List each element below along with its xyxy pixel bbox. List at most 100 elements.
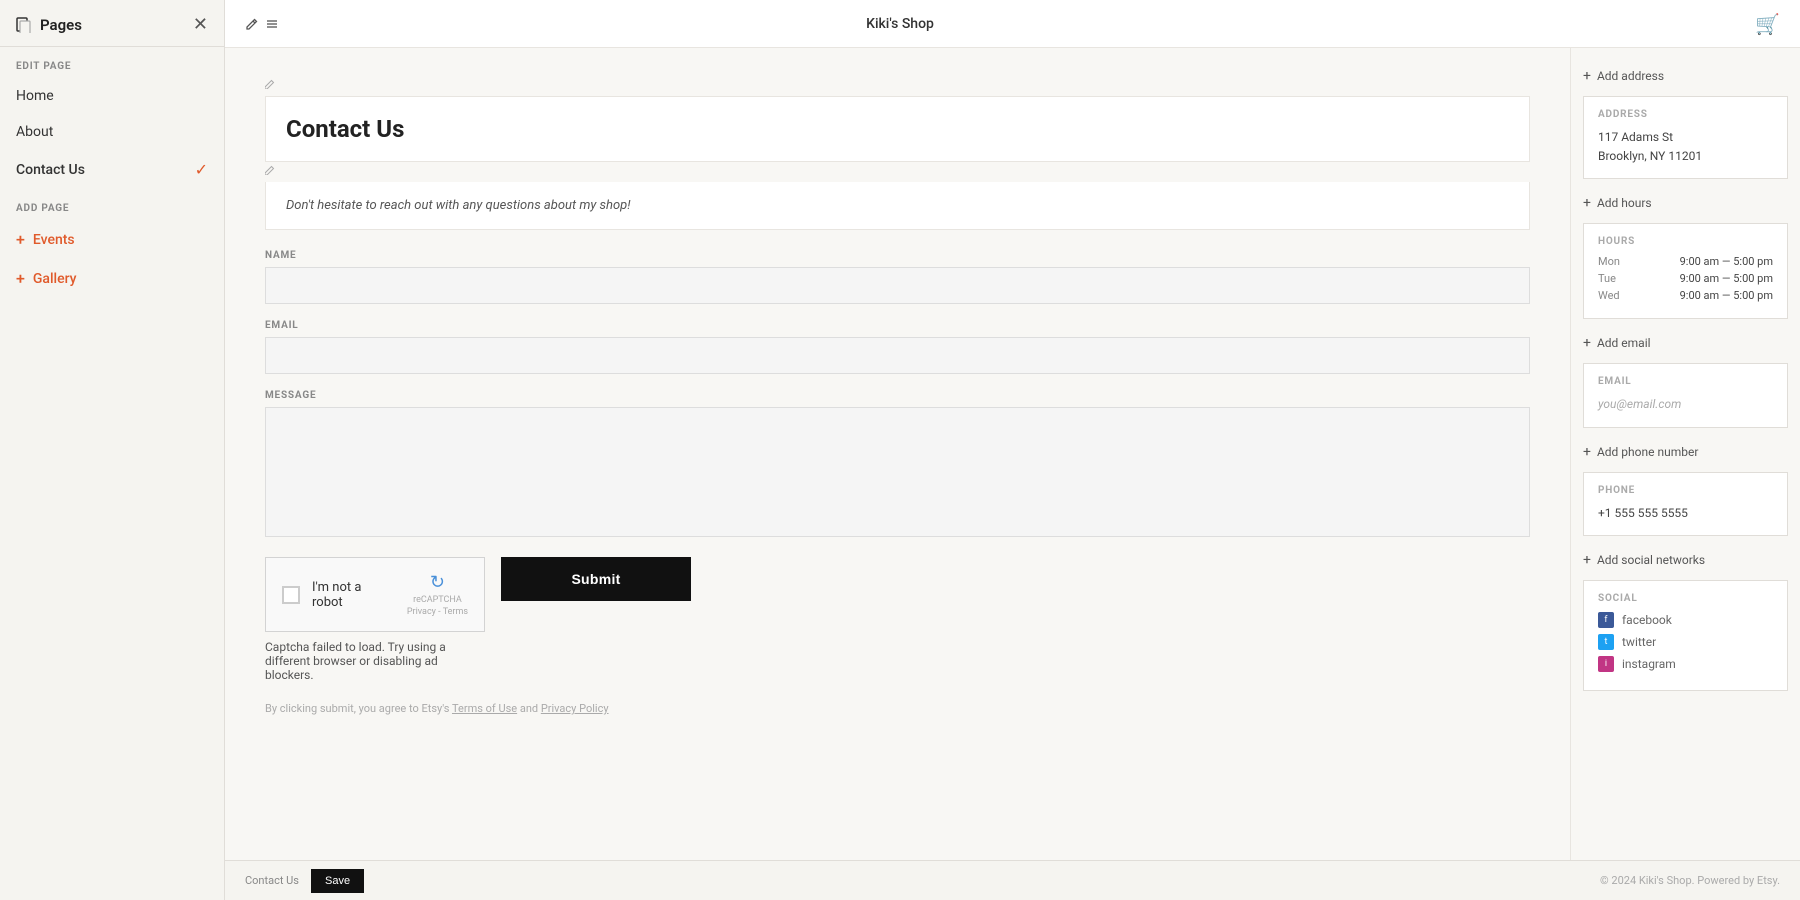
- sidebar-about-label: About: [16, 124, 53, 140]
- add-social-btn[interactable]: + Add social networks: [1583, 548, 1788, 572]
- email-value: you@email.com: [1598, 395, 1773, 414]
- social-row-facebook: f facebook: [1598, 612, 1773, 628]
- captcha-area: I'm not a robot ↻ reCAPTCHA Privacy - Te…: [265, 557, 1530, 682]
- content-area: Contact Us Don't hesitate to reach out w…: [225, 48, 1800, 860]
- captcha-label: I'm not a robot: [312, 580, 395, 610]
- sidebar-title: Pages: [40, 16, 82, 34]
- add-address-btn[interactable]: + Add address: [1583, 64, 1788, 88]
- phone-card: PHONE +1 555 555 5555: [1583, 472, 1788, 536]
- footer-text: By clicking submit, you agree to Etsy's: [265, 702, 452, 715]
- sidebar-item-home[interactable]: Home: [0, 78, 224, 114]
- message-input[interactable]: [265, 407, 1530, 537]
- add-email-label: Add email: [1597, 336, 1651, 350]
- add-phone-label: Add phone number: [1597, 445, 1698, 459]
- topbar-left: [245, 17, 279, 31]
- captcha-box: I'm not a robot ↻ reCAPTCHA Privacy - Te…: [265, 557, 485, 632]
- instagram-icon: i: [1598, 656, 1614, 672]
- right-panel: + Add address ADDRESS 117 Adams St Brook…: [1570, 48, 1800, 860]
- address-line2: Brooklyn, NY 11201: [1598, 147, 1773, 166]
- active-check-icon: ✓: [195, 160, 208, 179]
- hours-time-tue: 9:00 am — 5:00 pm: [1680, 272, 1773, 285]
- edit-toggle[interactable]: [245, 17, 279, 31]
- email-field-group: EMAIL: [265, 320, 1530, 374]
- add-hours-btn[interactable]: + Add hours: [1583, 191, 1788, 215]
- plus-address-icon: +: [1583, 68, 1591, 84]
- address-card: ADDRESS 117 Adams St Brooklyn, NY 11201: [1583, 96, 1788, 179]
- social-card: SOCIAL f facebook t twitter i instagram: [1583, 580, 1788, 691]
- phone-card-label: PHONE: [1598, 485, 1773, 496]
- facebook-label: facebook: [1622, 613, 1672, 627]
- hours-card: HOURS Mon 9:00 am — 5:00 pm Tue 9:00 am …: [1583, 223, 1788, 319]
- cart-icon[interactable]: 🛒: [1755, 12, 1780, 36]
- instagram-label: instagram: [1622, 657, 1676, 671]
- plus-social-icon: +: [1583, 552, 1591, 568]
- add-email-btn[interactable]: + Add email: [1583, 331, 1788, 355]
- and-text: and: [517, 702, 541, 715]
- add-hours-label: Add hours: [1597, 196, 1652, 210]
- bottom-page-label: Contact Us: [245, 874, 299, 887]
- add-social-label: Add social networks: [1597, 553, 1705, 567]
- social-row-instagram: i instagram: [1598, 656, 1773, 672]
- social-card-label: SOCIAL: [1598, 593, 1773, 604]
- edit-page-label: EDIT PAGE: [0, 47, 224, 78]
- address-card-label: ADDRESS: [1598, 109, 1773, 120]
- name-input[interactable]: [265, 267, 1530, 304]
- sidebar-home-label: Home: [16, 88, 54, 104]
- list-icon: [265, 17, 279, 31]
- terms-link[interactable]: Terms of Use: [452, 702, 517, 715]
- email-input[interactable]: [265, 337, 1530, 374]
- footer-copyright: © 2024 Kiki's Shop. Powered by Etsy.: [1600, 874, 1780, 887]
- sidebar-item-contact[interactable]: Contact Us ✓: [0, 150, 224, 189]
- pencil-icon: [245, 17, 259, 31]
- captcha-terms: Privacy - Terms: [407, 607, 468, 617]
- contact-desc-block: Don't hesitate to reach out with any que…: [265, 182, 1530, 230]
- submit-button[interactable]: Submit: [501, 557, 691, 601]
- captcha-logo: ↻ reCAPTCHA Privacy - Terms: [407, 572, 468, 617]
- add-phone-btn[interactable]: + Add phone number: [1583, 440, 1788, 464]
- main-area: Kiki's Shop 🛒 Contact Us Don't hesitate …: [225, 0, 1800, 900]
- topbar: Kiki's Shop 🛒: [225, 0, 1800, 48]
- name-label: NAME: [265, 250, 1530, 261]
- hours-card-label: HOURS: [1598, 236, 1773, 247]
- contact-title-block: Contact Us: [265, 96, 1530, 162]
- bottom-bar-left: Contact Us Save: [245, 869, 364, 893]
- captcha-branding: reCAPTCHA: [413, 595, 462, 605]
- social-row-twitter: t twitter: [1598, 634, 1773, 650]
- twitter-label: twitter: [1622, 635, 1656, 649]
- add-events-label: Events: [33, 232, 75, 248]
- add-gallery-label: Gallery: [33, 271, 77, 287]
- name-field-group: NAME: [265, 250, 1530, 304]
- add-events-item[interactable]: + Events: [0, 220, 224, 259]
- title-edit-pencil[interactable]: [265, 78, 1530, 92]
- captcha-error: Captcha failed to load. Try using a diff…: [265, 640, 465, 682]
- save-button[interactable]: Save: [311, 869, 364, 893]
- close-icon[interactable]: ✕: [193, 16, 208, 34]
- hours-row-wed: Wed 9:00 am — 5:00 pm: [1598, 289, 1773, 302]
- plus-hours-icon: +: [1583, 195, 1591, 211]
- desc-edit-pencil[interactable]: [265, 164, 1530, 178]
- pages-icon: [16, 17, 32, 33]
- plus-gallery-icon: +: [16, 269, 25, 288]
- add-page-label: ADD PAGE: [0, 189, 224, 220]
- phone-value: +1 555 555 5555: [1598, 504, 1773, 523]
- captcha-checkbox[interactable]: [282, 586, 300, 604]
- address-line1: 117 Adams St: [1598, 128, 1773, 147]
- hours-row-tue: Tue 9:00 am — 5:00 pm: [1598, 272, 1773, 285]
- plus-phone-icon: +: [1583, 444, 1591, 460]
- form-footer: By clicking submit, you agree to Etsy's …: [265, 702, 1530, 715]
- plus-email-icon: +: [1583, 335, 1591, 351]
- add-gallery-item[interactable]: + Gallery: [0, 259, 224, 298]
- sidebar-contact-label: Contact Us: [16, 162, 85, 178]
- recaptcha-icon: ↻: [430, 572, 445, 593]
- sidebar-header: Pages ✕: [0, 0, 224, 47]
- email-card: EMAIL you@email.com: [1583, 363, 1788, 427]
- email-label: EMAIL: [265, 320, 1530, 331]
- email-card-label: EMAIL: [1598, 376, 1773, 387]
- hours-time-wed: 9:00 am — 5:00 pm: [1680, 289, 1773, 302]
- hours-day-wed: Wed: [1598, 289, 1630, 302]
- hours-day-tue: Tue: [1598, 272, 1630, 285]
- privacy-link[interactable]: Privacy Policy: [541, 702, 609, 715]
- sidebar-item-about[interactable]: About: [0, 114, 224, 150]
- message-label: MESSAGE: [265, 390, 1530, 401]
- page-title: Contact Us: [286, 115, 1509, 143]
